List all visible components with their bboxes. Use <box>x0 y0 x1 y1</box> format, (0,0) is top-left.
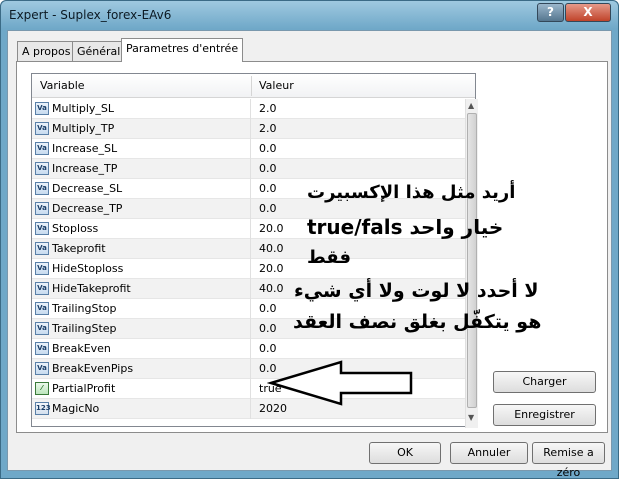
expert-dialog-window: Expert - Suplex_forex-EAv6 ? X A propos … <box>0 0 619 479</box>
annuler-button[interactable]: Annuler <box>450 442 528 464</box>
ok-button[interactable]: OK <box>369 442 441 464</box>
variable-cell: Va BreakEven <box>32 339 251 359</box>
reset-button[interactable]: Remise a zéro <box>532 442 605 479</box>
variable-cell: Va Increase_SL <box>32 139 251 159</box>
variable-name: BreakEvenPips <box>52 362 134 375</box>
variable-name: Multiply_SL <box>52 102 115 115</box>
grid-header: Variable Valeur <box>32 74 475 98</box>
ab-icon: Va <box>35 362 49 375</box>
bool-icon: ⁄ <box>35 382 49 395</box>
variable-cell: Va Increase_TP <box>32 159 251 179</box>
tab-general[interactable]: Général <box>72 41 126 61</box>
ab-icon: Va <box>35 122 49 135</box>
variable-cell: Va HideTakeprofit <box>32 279 251 299</box>
ab-icon: Va <box>35 202 49 215</box>
tab-parametres-entree[interactable]: Parametres d'entrée <box>121 38 244 62</box>
scrollbar-thumb[interactable] <box>467 113 477 408</box>
variable-name: Increase_SL <box>52 142 118 155</box>
variable-cell: Va Decrease_SL <box>32 179 251 199</box>
table-row[interactable]: Va Multiply_TP 2.0 <box>32 119 467 139</box>
tab-a-propos[interactable]: A propos <box>17 41 76 61</box>
ab-icon: Va <box>35 102 49 115</box>
value-cell[interactable]: 0.0 <box>259 202 277 215</box>
variable-name: TrailingStep <box>52 322 117 335</box>
ab-icon: Va <box>35 162 49 175</box>
variable-cell: ⁄ PartialProfit <box>32 379 251 399</box>
variable-name: Stoploss <box>52 222 99 235</box>
variable-cell: Va Takeprofit <box>32 239 251 259</box>
charger-button[interactable]: Charger <box>493 371 596 393</box>
value-cell[interactable]: 20.0 <box>259 222 284 235</box>
variable-cell: Va Stoploss <box>32 219 251 239</box>
table-row[interactable]: Va HideStoploss 20.0 <box>32 259 467 279</box>
ab-icon: Va <box>35 182 49 195</box>
ab-icon: Va <box>35 282 49 295</box>
ab-icon: Va <box>35 222 49 235</box>
table-row[interactable]: Va Multiply_SL 2.0 <box>32 99 467 119</box>
variable-name: MagicNo <box>52 402 100 415</box>
variable-name: TrailingStop <box>52 302 117 315</box>
variable-name: Multiply_TP <box>52 122 115 135</box>
close-button[interactable]: X <box>565 3 611 22</box>
value-cell[interactable]: 2.0 <box>259 102 277 115</box>
variable-cell: Va BreakEvenPips <box>32 359 251 379</box>
ab-icon: Va <box>35 242 49 255</box>
table-row[interactable]: Va Increase_TP 0.0 <box>32 159 467 179</box>
table-row[interactable]: Va Takeprofit 40.0 <box>32 239 467 259</box>
variable-cell: Va TrailingStep <box>32 319 251 339</box>
ab-icon: Va <box>35 302 49 315</box>
annotation-line-4: لا أحدد لا لوت ولا أي شيء <box>294 280 539 302</box>
ab-icon: Va <box>35 322 49 335</box>
ab-icon: Va <box>35 142 49 155</box>
variable-cell: Va Decrease_TP <box>32 199 251 219</box>
annotation-line-1: أريد مثل هذا الإكسبيرت <box>307 182 516 203</box>
value-cell[interactable]: 0.0 <box>259 302 277 315</box>
value-cell[interactable]: 20.0 <box>259 262 284 275</box>
window-title: Expert - Suplex_forex-EAv6 <box>9 8 172 22</box>
close-icon: X <box>583 5 593 19</box>
variable-name: BreakEven <box>52 342 111 355</box>
value-cell[interactable]: 40.0 <box>259 242 284 255</box>
variable-name: Decrease_SL <box>52 182 123 195</box>
help-icon: ? <box>547 5 554 19</box>
table-row[interactable]: Va Increase_SL 0.0 <box>32 139 467 159</box>
annotation-line-5: هو يتكفّل بغلق نصف العقد <box>293 311 542 333</box>
annotation-line-2: خيار واحد true/fals <box>307 215 504 239</box>
value-cell[interactable]: 40.0 <box>259 282 284 295</box>
ab-icon: Va <box>35 262 49 275</box>
value-cell[interactable]: 0.0 <box>259 142 277 155</box>
value-cell[interactable]: 0.0 <box>259 342 277 355</box>
variable-cell: Va Multiply_TP <box>32 119 251 139</box>
ab-icon: Va <box>35 342 49 355</box>
annotation-arrow-icon <box>267 360 413 406</box>
value-cell[interactable]: 2.0 <box>259 122 277 135</box>
annotation-line-3: فقط <box>307 247 352 268</box>
column-header-variable[interactable]: Variable <box>40 79 85 92</box>
scroll-down-arrow-icon[interactable]: ▼ <box>468 413 474 422</box>
variable-cell: Va TrailingStop <box>32 299 251 319</box>
value-cell[interactable]: 0.0 <box>259 162 277 175</box>
variable-cell: Va HideStoploss <box>32 259 251 279</box>
variable-name: PartialProfit <box>52 382 116 395</box>
variable-name: Takeprofit <box>52 242 106 255</box>
table-row[interactable]: Va BreakEven 0.0 <box>32 339 467 359</box>
enregistrer-button[interactable]: Enregistrer <box>493 404 596 426</box>
value-cell[interactable]: 0.0 <box>259 322 277 335</box>
variable-name: Decrease_TP <box>52 202 123 215</box>
value-cell[interactable]: 0.0 <box>259 182 277 195</box>
title-bar[interactable]: Expert - Suplex_forex-EAv6 ? X <box>1 1 618 29</box>
variable-name: HideStoploss <box>52 262 124 275</box>
column-divider[interactable] <box>251 76 252 96</box>
column-header-value[interactable]: Valeur <box>259 79 294 92</box>
variable-cell: 123 MagicNo <box>32 399 251 419</box>
help-button[interactable]: ? <box>537 3 564 22</box>
scroll-up-arrow-icon[interactable]: ▲ <box>468 101 474 110</box>
int-icon: 123 <box>35 402 51 415</box>
variable-name: Increase_TP <box>52 162 118 175</box>
vertical-scrollbar[interactable]: ▲ ▼ <box>465 99 478 428</box>
variable-cell: Va Multiply_SL <box>32 99 251 119</box>
variable-name: HideTakeprofit <box>52 282 131 295</box>
